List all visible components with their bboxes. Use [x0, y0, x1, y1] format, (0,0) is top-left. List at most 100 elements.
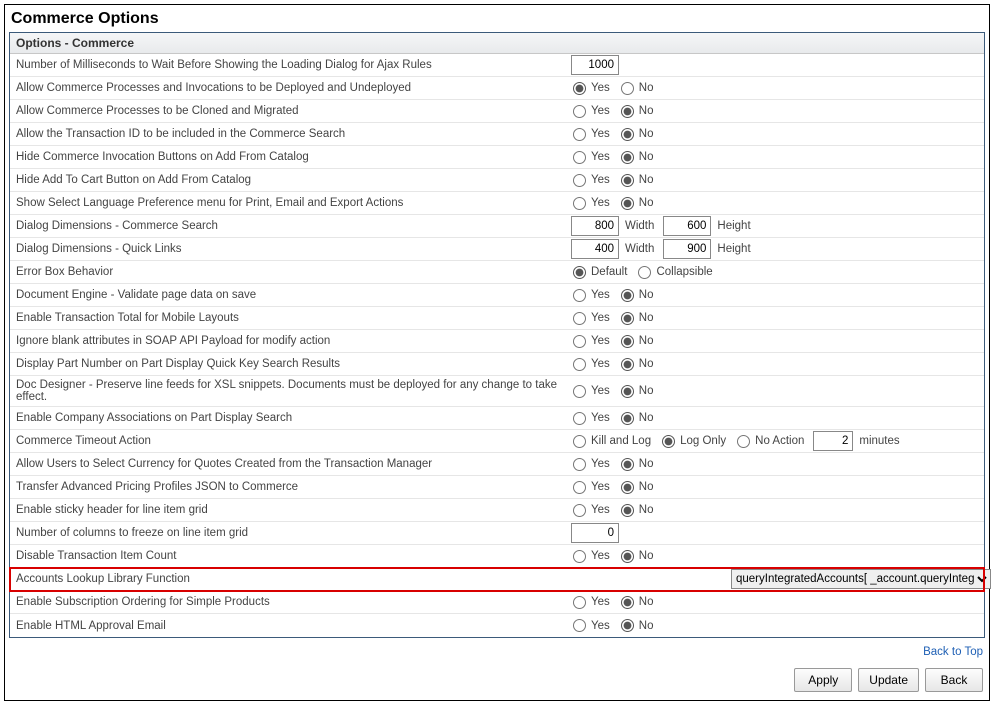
radio-no[interactable]: [621, 335, 634, 348]
radio-no-label: No: [639, 289, 654, 301]
radio-yes[interactable]: [573, 358, 586, 371]
radio-no-label: No: [639, 312, 654, 324]
row-label: Enable Company Associations on Part Disp…: [16, 410, 571, 426]
width-input[interactable]: [571, 216, 619, 236]
row-subscription-ordering: Enable Subscription Ordering for Simple …: [10, 591, 984, 614]
radio-kill-log-label: Kill and Log: [591, 435, 651, 447]
radio-no[interactable]: [621, 289, 634, 302]
row-label: Enable Transaction Total for Mobile Layo…: [16, 310, 571, 326]
accounts-lookup-select[interactable]: queryIntegratedAccounts[ _account.queryI…: [731, 569, 991, 589]
radio-yes[interactable]: [573, 481, 586, 494]
radio-no[interactable]: [621, 412, 634, 425]
radio-yes[interactable]: [573, 289, 586, 302]
row-label: Show Select Language Preference menu for…: [16, 195, 571, 211]
row-label: Allow Commerce Processes to be Cloned an…: [16, 103, 571, 119]
radio-no-label: No: [639, 385, 654, 397]
radio-no-action[interactable]: [737, 435, 750, 448]
radio-yes[interactable]: [573, 385, 586, 398]
radio-yes[interactable]: [573, 458, 586, 471]
radio-no[interactable]: [621, 197, 634, 210]
row-deploy-undeploy: Allow Commerce Processes and Invocations…: [10, 77, 984, 100]
row-label: Enable HTML Approval Email: [16, 618, 571, 634]
radio-yes-label: Yes: [591, 174, 610, 186]
row-label: Allow Users to Select Currency for Quote…: [16, 456, 571, 472]
row-transfer-pricing-json: Transfer Advanced Pricing Profiles JSON …: [10, 476, 984, 499]
row-disable-item-count: Disable Transaction Item Count Yes No: [10, 545, 984, 568]
button-bar: Apply Update Back: [9, 668, 985, 692]
radio-yes[interactable]: [573, 504, 586, 517]
row-label: Ignore blank attributes in SOAP API Payl…: [16, 333, 571, 349]
row-clone-migrate: Allow Commerce Processes to be Cloned an…: [10, 100, 984, 123]
radio-log-only-label: Log Only: [680, 435, 726, 447]
radio-no[interactable]: [621, 312, 634, 325]
update-button[interactable]: Update: [858, 668, 919, 692]
radio-no[interactable]: [621, 385, 634, 398]
width-unit: Width: [625, 243, 654, 255]
radio-yes-label: Yes: [591, 481, 610, 493]
radio-no[interactable]: [621, 105, 634, 118]
radio-yes[interactable]: [573, 596, 586, 609]
panel-header: Options - Commerce: [10, 33, 984, 54]
radio-no[interactable]: [621, 481, 634, 494]
back-to-top-link[interactable]: Back to Top: [923, 646, 983, 658]
apply-button[interactable]: Apply: [794, 668, 852, 692]
radio-yes[interactable]: [573, 619, 586, 632]
radio-log-only[interactable]: [662, 435, 675, 448]
radio-no[interactable]: [621, 151, 634, 164]
radio-no[interactable]: [621, 82, 634, 95]
row-error-box-behavior: Error Box Behavior Default Collapsible: [10, 261, 984, 284]
radio-no-action-label: No Action: [755, 435, 804, 447]
radio-no-label: No: [639, 412, 654, 424]
radio-no[interactable]: [621, 619, 634, 632]
radio-yes[interactable]: [573, 128, 586, 141]
radio-yes[interactable]: [573, 412, 586, 425]
row-label: Allow the Transaction ID to be included …: [16, 126, 571, 142]
radio-yes-label: Yes: [591, 289, 610, 301]
radio-yes-label: Yes: [591, 385, 610, 397]
radio-no[interactable]: [621, 128, 634, 141]
radio-yes[interactable]: [573, 151, 586, 164]
radio-collapsible[interactable]: [638, 266, 651, 279]
row-hide-add-to-cart: Hide Add To Cart Button on Add From Cata…: [10, 169, 984, 192]
radio-yes[interactable]: [573, 550, 586, 563]
timeout-minutes-input[interactable]: [813, 431, 853, 451]
radio-yes[interactable]: [573, 312, 586, 325]
row-label: Number of columns to freeze on line item…: [16, 525, 571, 541]
radio-yes[interactable]: [573, 197, 586, 210]
row-company-associations: Enable Company Associations on Part Disp…: [10, 407, 984, 430]
back-button[interactable]: Back: [925, 668, 983, 692]
radio-yes[interactable]: [573, 82, 586, 95]
freeze-columns-input[interactable]: [571, 523, 619, 543]
radio-no[interactable]: [621, 550, 634, 563]
radio-no-label: No: [639, 174, 654, 186]
row-label: Accounts Lookup Library Function: [16, 571, 731, 587]
width-input[interactable]: [571, 239, 619, 259]
row-label: Dialog Dimensions - Quick Links: [16, 241, 571, 257]
radio-no-label: No: [639, 596, 654, 608]
row-label: Display Part Number on Part Display Quic…: [16, 356, 571, 372]
row-display-part-number: Display Part Number on Part Display Quic…: [10, 353, 984, 376]
radio-yes[interactable]: [573, 174, 586, 187]
radio-yes-label: Yes: [591, 151, 610, 163]
radio-no-label: No: [639, 105, 654, 117]
radio-yes[interactable]: [573, 335, 586, 348]
radio-no[interactable]: [621, 596, 634, 609]
ajax-delay-input[interactable]: [571, 55, 619, 75]
radio-kill-log[interactable]: [573, 435, 586, 448]
radio-no[interactable]: [621, 174, 634, 187]
radio-no[interactable]: [621, 504, 634, 517]
height-input[interactable]: [663, 239, 711, 259]
height-input[interactable]: [663, 216, 711, 236]
radio-no[interactable]: [621, 358, 634, 371]
row-accounts-lookup-function: Accounts Lookup Library Function queryIn…: [10, 568, 984, 591]
radio-yes-label: Yes: [591, 197, 610, 209]
radio-yes-label: Yes: [591, 105, 610, 117]
radio-no-label: No: [639, 335, 654, 347]
radio-default[interactable]: [573, 266, 586, 279]
radio-no[interactable]: [621, 458, 634, 471]
options-panel: Options - Commerce Number of Millisecond…: [9, 32, 985, 638]
row-doc-engine-validate: Document Engine - Validate page data on …: [10, 284, 984, 307]
radio-yes[interactable]: [573, 105, 586, 118]
radio-no-label: No: [639, 504, 654, 516]
radio-default-label: Default: [591, 266, 627, 278]
